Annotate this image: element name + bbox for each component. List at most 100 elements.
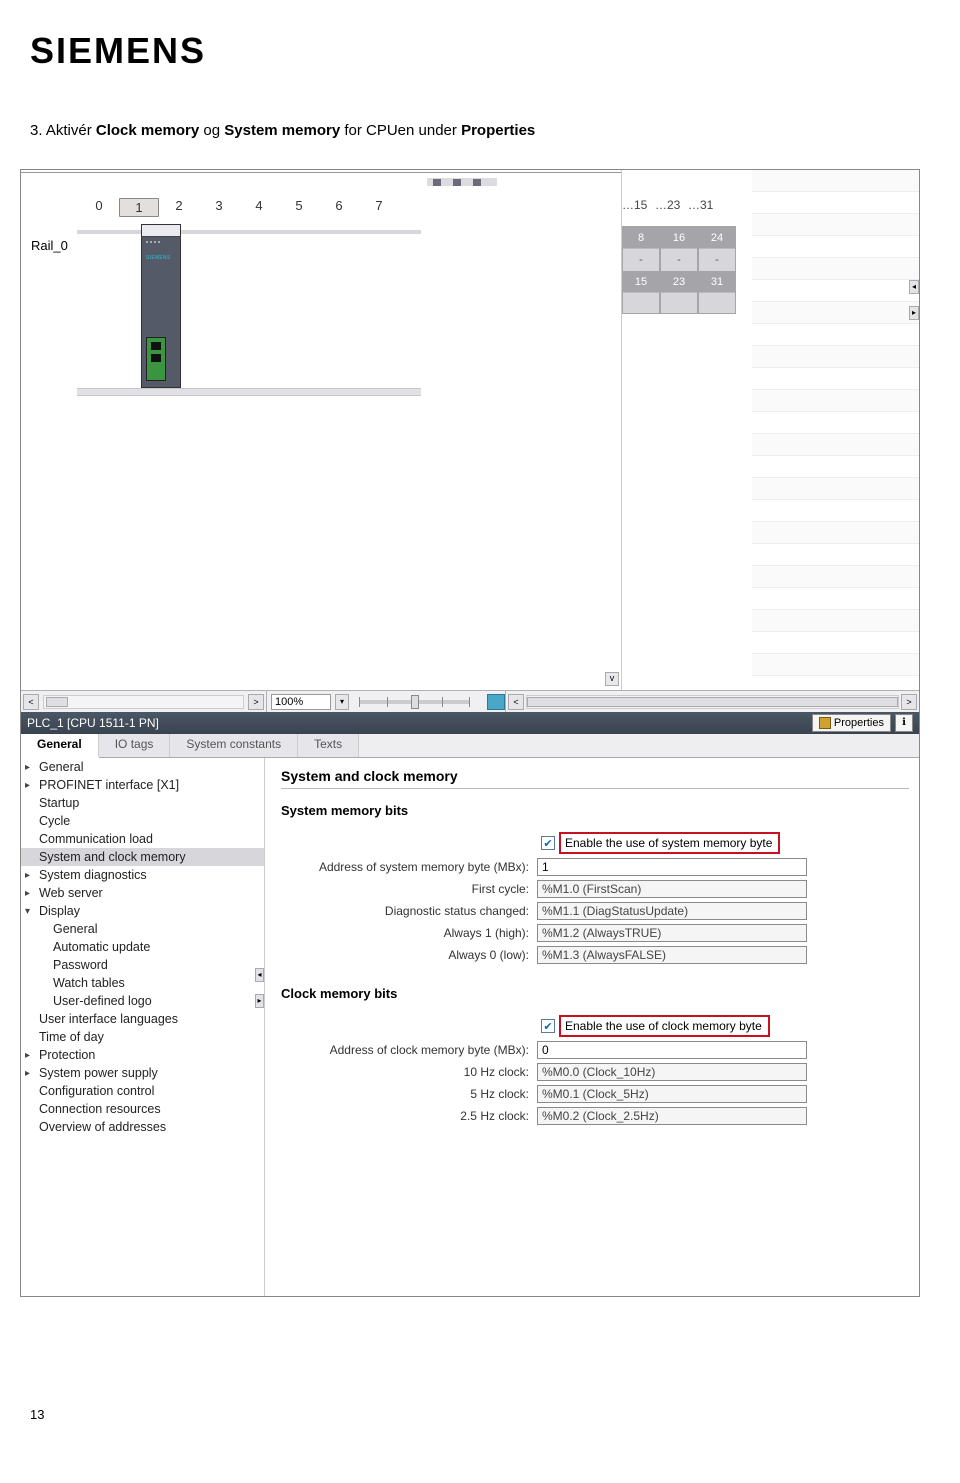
field-label: Address of system memory byte (MBx): (281, 860, 537, 874)
scrollbar-horizontal[interactable] (43, 695, 244, 709)
tree-item-label: Communication load (39, 832, 153, 846)
zoom-dropdown-icon[interactable]: ▾ (335, 694, 349, 710)
plc-module[interactable]: SIEMENS (141, 224, 181, 388)
tree-arrow-icon[interactable]: ▸ (25, 780, 30, 791)
tree-item-label: Time of day (39, 1030, 104, 1044)
tab-system-constants[interactable]: System constants (170, 734, 298, 757)
slot-range-icon: 24 - 31 (698, 226, 736, 314)
tree-item[interactable]: User-defined logo (21, 992, 264, 1010)
field-label: Always 0 (low): (281, 948, 537, 962)
tree-item[interactable]: ▸ System diagnostics (21, 866, 264, 884)
field-label: Diagnostic status changed: (281, 904, 537, 918)
tab-texts[interactable]: Texts (298, 734, 359, 757)
tree-item-label: Startup (39, 796, 79, 810)
expand-icon[interactable]: ▸ (255, 994, 264, 1008)
tree-item[interactable]: ▸ Web server (21, 884, 264, 902)
readonly-field (537, 902, 807, 920)
properties-tab-button[interactable]: Properties (812, 714, 891, 732)
properties-icon (819, 717, 831, 729)
field-label: 10 Hz clock: (281, 1065, 537, 1079)
tree-item[interactable]: Automatic update (21, 938, 264, 956)
tree-item-label: System diagnostics (39, 868, 147, 882)
scroll-right-icon[interactable]: > (901, 694, 917, 710)
inspector-header: PLC_1 [CPU 1511-1 PN] Properties ℹ (21, 712, 919, 734)
readonly-field (537, 880, 807, 898)
tree-item[interactable]: ▸ General (21, 758, 264, 776)
tree-item-label: Display (39, 904, 80, 918)
tree-arrow-icon[interactable]: ▸ (25, 870, 30, 881)
enable-system-memory-checkbox[interactable] (541, 836, 555, 850)
rail-label: Rail_0 (31, 238, 68, 253)
tree-item[interactable]: Configuration control (21, 1082, 264, 1100)
tree-arrow-icon[interactable]: ▾ (25, 906, 30, 917)
scroll-down-icon[interactable]: v (605, 672, 619, 686)
slot-range-icon: 16 - 23 (660, 226, 698, 314)
readonly-field (537, 1107, 807, 1125)
collapse-icon[interactable]: ◂ (255, 968, 264, 982)
tree-item-label: Protection (39, 1048, 95, 1062)
tree-item[interactable]: System and clock memory (21, 848, 264, 866)
zoom-fit-icon[interactable] (487, 694, 505, 710)
brand-logo: SIEMENS (30, 30, 930, 72)
tree-item-label: Web server (39, 886, 103, 900)
tree-arrow-icon[interactable]: ▸ (25, 888, 30, 899)
tree-arrow-icon[interactable]: ▸ (25, 1068, 30, 1079)
tree-arrow-icon[interactable]: ▸ (25, 762, 30, 773)
info-tab-icon[interactable]: ℹ (895, 714, 913, 732)
tree-item[interactable]: User interface languages (21, 1010, 264, 1028)
tab-general[interactable]: General (21, 734, 99, 758)
scroll-right-icon[interactable]: > (248, 694, 264, 710)
field-label: 2.5 Hz clock: (281, 1109, 537, 1123)
tree-item[interactable]: General (21, 920, 264, 938)
zoom-input[interactable] (271, 694, 331, 710)
slot-header: 0 1 2 3 4 5 6 7 (79, 198, 399, 217)
tree-arrow-icon[interactable]: ▸ (25, 1050, 30, 1061)
subsection-heading: System memory bits (281, 799, 909, 822)
slot-selected[interactable]: 1 (119, 198, 159, 217)
field-label: First cycle: (281, 882, 537, 896)
tree-item-label: General (39, 760, 83, 774)
device-view[interactable]: 0 1 2 3 4 5 6 7 Rail_0 SIEMENS (21, 170, 621, 690)
tree-item[interactable]: Communication load (21, 830, 264, 848)
tree-item[interactable]: Overview of addresses (21, 1118, 264, 1136)
tree-item[interactable]: Watch tables (21, 974, 264, 992)
zoom-slider[interactable] (359, 700, 469, 704)
tree-item[interactable]: Password (21, 956, 264, 974)
tree-item[interactable]: Cycle (21, 812, 264, 830)
tree-item-label: General (53, 922, 97, 936)
tree-item[interactable]: Startup (21, 794, 264, 812)
tree-item[interactable]: ▸System power supply (21, 1064, 264, 1082)
system-memory-address-input[interactable] (537, 858, 807, 876)
inspector-tabs: General IO tags System constants Texts (21, 734, 919, 758)
expand-icon[interactable]: ▸ (909, 306, 919, 320)
tree-item-label: PROFINET interface [X1] (39, 778, 179, 792)
tree-item[interactable]: ▸ PROFINET interface [X1] (21, 776, 264, 794)
tree-item-label: Connection resources (39, 1102, 161, 1116)
tree-item-label: Configuration control (39, 1084, 154, 1098)
tree-item[interactable]: ▸ Protection (21, 1046, 264, 1064)
tab-io-tags[interactable]: IO tags (99, 734, 171, 757)
tree-item-label: Cycle (39, 814, 70, 828)
enable-clock-memory-label: Enable the use of clock memory byte (559, 1015, 770, 1037)
readonly-field (537, 946, 807, 964)
tree-item-label: System and clock memory (39, 850, 186, 864)
tia-portal-screenshot: 0 1 2 3 4 5 6 7 Rail_0 SIEMENS (20, 169, 920, 1297)
device-overview: …15 …23 …31 8 - 15 16 - 23 24 - 31 (621, 170, 919, 690)
field-label: 5 Hz clock: (281, 1087, 537, 1101)
scroll-left-icon[interactable]: < (508, 694, 524, 710)
collapse-icon[interactable]: ◂ (909, 280, 919, 294)
field-label: Always 1 (high): (281, 926, 537, 940)
enable-clock-memory-checkbox[interactable] (541, 1019, 555, 1033)
scroll-left-icon[interactable]: < (23, 694, 39, 710)
scrollbar-horizontal[interactable] (526, 695, 899, 709)
clock-memory-address-input[interactable] (537, 1041, 807, 1059)
subsection-heading: Clock memory bits (281, 982, 909, 1005)
tree-item[interactable]: ▾ Display (21, 902, 264, 920)
properties-tree[interactable]: ▸ General ▸ PROFINET interface [X1] Startup C… (21, 758, 265, 1296)
tree-item[interactable]: Connection resources (21, 1100, 264, 1118)
tree-item-label: User interface languages (39, 1012, 178, 1026)
section-heading: System and clock memory (281, 764, 909, 789)
readonly-field (537, 1085, 807, 1103)
properties-content: System and clock memory System memory bi… (265, 758, 919, 1296)
tree-item[interactable]: Time of day (21, 1028, 264, 1046)
